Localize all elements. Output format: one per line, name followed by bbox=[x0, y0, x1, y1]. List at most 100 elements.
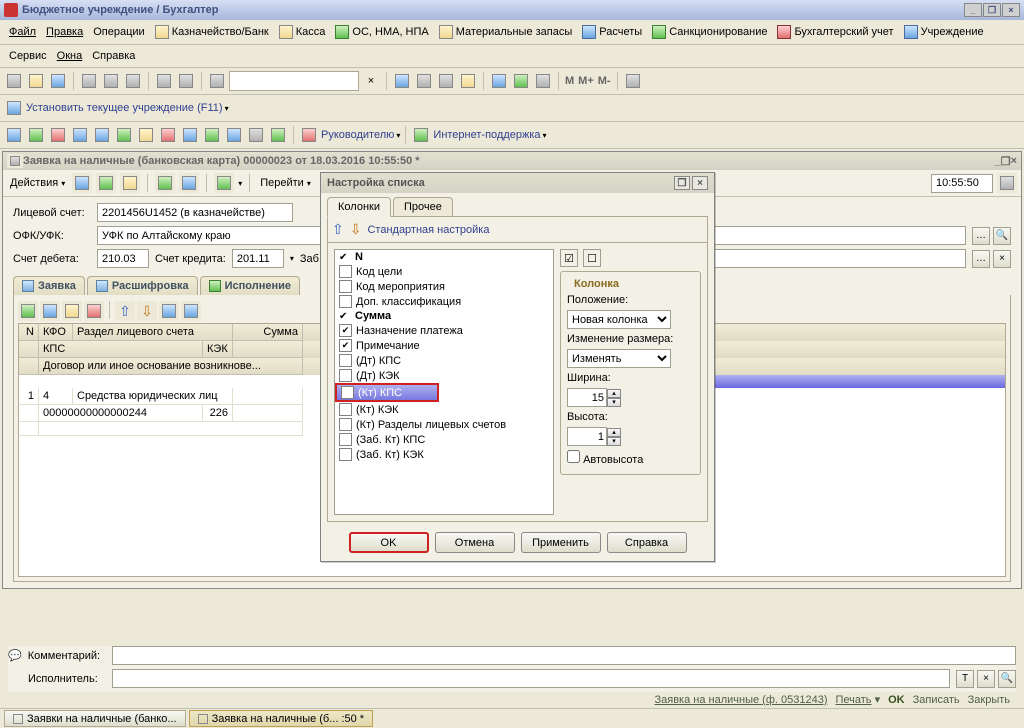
t3-4[interactable] bbox=[70, 125, 90, 145]
clear-search-icon[interactable]: × bbox=[361, 71, 381, 91]
sheet-icon[interactable] bbox=[511, 71, 531, 91]
table-icon[interactable] bbox=[489, 71, 509, 91]
grid-up[interactable]: ⇧ bbox=[115, 301, 135, 321]
task-1[interactable]: Заявки на наличные (банко... bbox=[4, 710, 186, 727]
account-input[interactable] bbox=[97, 203, 293, 222]
t3-13[interactable] bbox=[268, 125, 288, 145]
exec-t[interactable]: T bbox=[956, 670, 974, 688]
width-input[interactable] bbox=[567, 388, 607, 407]
ab-post[interactable] bbox=[72, 173, 92, 193]
search-combo[interactable] bbox=[229, 71, 359, 91]
close-button[interactable]: × bbox=[1002, 3, 1020, 17]
tab-request[interactable]: Заявка bbox=[13, 276, 85, 295]
save-footer[interactable]: Записать bbox=[913, 694, 960, 706]
menu-assets[interactable]: ОС, НМА, НПА bbox=[332, 23, 431, 41]
ab-3[interactable] bbox=[120, 173, 140, 193]
form-link[interactable]: Заявка на наличные (ф. 0531243) bbox=[654, 694, 827, 706]
move-down-icon[interactable]: ⇩ bbox=[350, 221, 362, 238]
mode-mplus[interactable]: M+ bbox=[578, 75, 594, 87]
grid-copy[interactable] bbox=[40, 301, 60, 321]
list-item[interactable]: (Дт) КЭК bbox=[335, 368, 553, 383]
list-item[interactable]: Сумма bbox=[335, 309, 553, 323]
columns-list[interactable]: N Код цели Код мероприятия Доп. классифи… bbox=[334, 249, 554, 515]
check-all-icon[interactable]: ☑ bbox=[560, 249, 578, 267]
redo-icon[interactable] bbox=[176, 71, 196, 91]
apply-button[interactable]: Применить bbox=[521, 532, 601, 553]
doc-max[interactable]: ❐ bbox=[1001, 155, 1011, 168]
grid-sort-dn[interactable] bbox=[181, 301, 201, 321]
zab-input[interactable] bbox=[706, 249, 966, 268]
spin-dn[interactable]: ▾ bbox=[607, 398, 621, 407]
list-item[interactable]: Доп. классификация bbox=[335, 294, 553, 309]
t3-2[interactable] bbox=[26, 125, 46, 145]
spin-dn-2[interactable]: ▾ bbox=[607, 437, 621, 446]
zab-pick[interactable]: … bbox=[972, 250, 990, 268]
copy-icon[interactable] bbox=[101, 71, 121, 91]
list-item[interactable]: Примечание bbox=[335, 338, 553, 353]
list-item[interactable]: Назначение платежа bbox=[335, 323, 553, 338]
restore-button[interactable]: ❐ bbox=[983, 3, 1001, 17]
goto-menu[interactable]: Перейти▾ bbox=[257, 175, 314, 191]
dlg-tab-other[interactable]: Прочее bbox=[393, 197, 453, 216]
globe-icon[interactable] bbox=[411, 125, 431, 145]
menu-cash[interactable]: Касса bbox=[276, 23, 329, 41]
t3-1[interactable] bbox=[4, 125, 24, 145]
grid-del[interactable] bbox=[84, 301, 104, 321]
calendar-pick-icon[interactable] bbox=[997, 173, 1017, 193]
ofk-lens-icon[interactable]: 🔍 bbox=[993, 227, 1011, 245]
col-n[interactable]: N bbox=[19, 324, 39, 341]
menu-stock[interactable]: Материальные запасы bbox=[436, 23, 576, 41]
menu-help[interactable]: Справка bbox=[89, 48, 138, 64]
list-item[interactable]: (Дт) КПС bbox=[335, 353, 553, 368]
std-settings-link[interactable]: Стандартная настройка bbox=[367, 224, 489, 236]
save-icon[interactable] bbox=[48, 71, 68, 91]
t3-5[interactable] bbox=[92, 125, 112, 145]
spin-up[interactable]: ▴ bbox=[607, 389, 621, 398]
timestamp-field[interactable] bbox=[931, 174, 993, 193]
minimize-button[interactable]: _ bbox=[964, 3, 982, 17]
autoheight-check[interactable]: Автовысота bbox=[567, 454, 643, 466]
calc-icon[interactable] bbox=[392, 71, 412, 91]
actions-menu[interactable]: Действия▾ bbox=[7, 175, 68, 191]
menu-org[interactable]: Учреждение bbox=[901, 23, 987, 41]
tab-detail[interactable]: Расшифровка bbox=[87, 276, 198, 295]
doc-close[interactable]: × bbox=[1011, 155, 1017, 167]
calendar-icon[interactable] bbox=[414, 71, 434, 91]
lead-link[interactable]: Руководителю bbox=[321, 129, 394, 141]
grid-down[interactable]: ⇩ bbox=[137, 301, 157, 321]
open-icon[interactable] bbox=[26, 71, 46, 91]
zab-clear[interactable]: × bbox=[993, 250, 1011, 268]
mode-m[interactable]: M bbox=[565, 75, 574, 87]
hint-icon[interactable]: 💬 bbox=[8, 649, 22, 662]
t3-10[interactable] bbox=[202, 125, 222, 145]
list-item[interactable]: N bbox=[335, 250, 553, 264]
person-icon[interactable] bbox=[299, 125, 319, 145]
grid-add[interactable] bbox=[18, 301, 38, 321]
dlg-close-icon[interactable]: × bbox=[692, 176, 708, 190]
t3-8[interactable] bbox=[158, 125, 178, 145]
list-item[interactable]: Код мероприятия bbox=[335, 279, 553, 294]
cut-icon[interactable] bbox=[79, 71, 99, 91]
search-icon[interactable] bbox=[207, 71, 227, 91]
new-icon[interactable] bbox=[4, 71, 24, 91]
col-kfo[interactable]: КФО bbox=[39, 324, 73, 341]
t3-7[interactable] bbox=[136, 125, 156, 145]
list-item[interactable]: (Кт) КЭК bbox=[335, 402, 553, 417]
ok-footer[interactable]: OK bbox=[888, 694, 905, 706]
col-sum[interactable]: Сумма bbox=[233, 324, 303, 341]
print-menu[interactable]: Печать ▾ bbox=[835, 693, 880, 706]
paste-icon[interactable] bbox=[123, 71, 143, 91]
task-2[interactable]: Заявка на наличные (б... :50 * bbox=[189, 710, 374, 727]
t3-9[interactable] bbox=[180, 125, 200, 145]
list-item[interactable]: (Заб. Кт) КПС bbox=[335, 432, 553, 447]
uncheck-all-icon[interactable]: ☐ bbox=[583, 249, 601, 267]
resize-select[interactable]: Изменять bbox=[567, 349, 671, 368]
col-kps[interactable]: КПС bbox=[39, 341, 203, 358]
list-item[interactable]: (Кт) Разделы лицевых счетов bbox=[335, 417, 553, 432]
t3-11[interactable] bbox=[224, 125, 244, 145]
ok-button[interactable]: OK bbox=[349, 532, 429, 553]
ofk-pick[interactable]: … bbox=[972, 227, 990, 245]
undo-icon[interactable] bbox=[154, 71, 174, 91]
menu-treasury[interactable]: Казначейство/Банк bbox=[152, 23, 272, 41]
menu-accounting[interactable]: Бухгалтерский учет bbox=[774, 23, 896, 41]
